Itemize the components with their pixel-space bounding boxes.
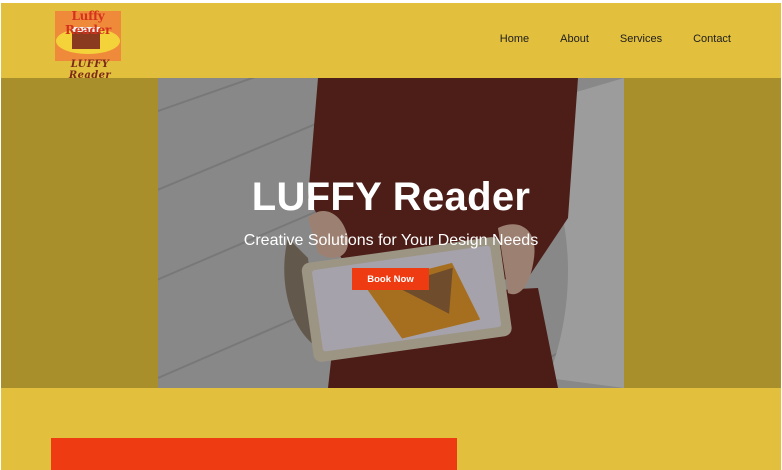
hero-subtitle: Creative Solutions for Your Design Needs — [243, 232, 539, 249]
nav-home[interactable]: Home — [500, 33, 529, 45]
logo-top-text: Luffy Reader — [65, 9, 111, 37]
main-nav: Home About Services Contact — [500, 33, 731, 45]
content-block — [51, 438, 457, 470]
nav-services[interactable]: Services — [620, 33, 662, 45]
page-frame: Luffy Reader LUFFY Reader Home About Ser… — [1, 3, 781, 470]
book-now-button[interactable]: Book Now — [352, 268, 429, 290]
hero-image: LUFFY Reader Creative Solutions for Your… — [158, 78, 624, 388]
nav-contact[interactable]: Contact — [693, 33, 731, 45]
hero-title: LUFFY Reader — [251, 175, 531, 219]
nav-about[interactable]: About — [560, 33, 589, 45]
site-header: Luffy Reader LUFFY Reader Home About Ser… — [1, 3, 781, 81]
site-logo[interactable]: Luffy Reader LUFFY Reader — [50, 9, 130, 81]
